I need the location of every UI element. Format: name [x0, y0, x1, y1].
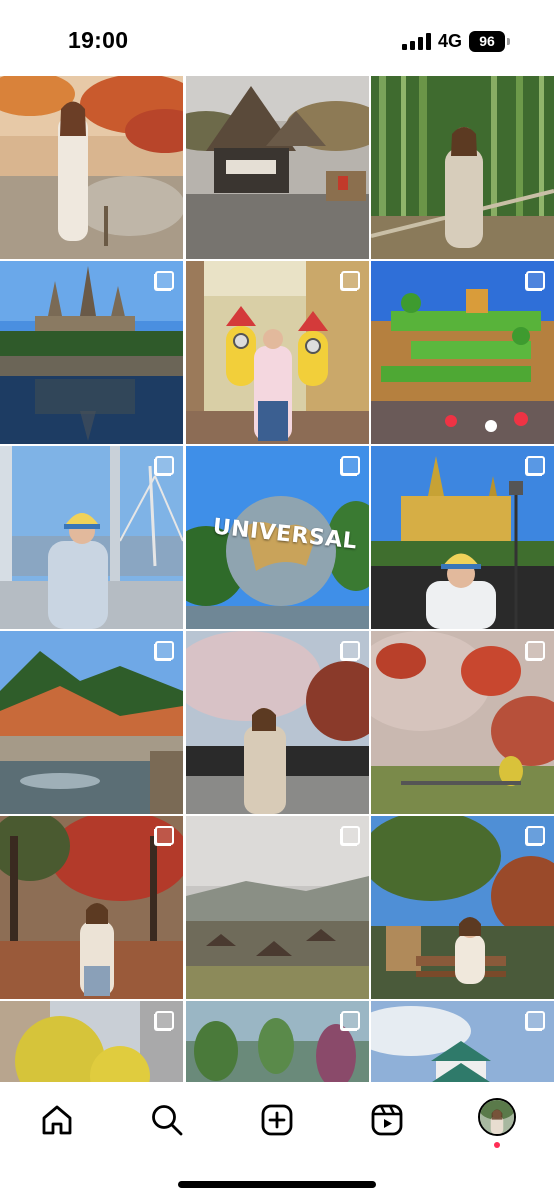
post-tile-thatched-house-village[interactable]: [185, 76, 369, 259]
post-tile-universal-globe[interactable]: UNIVERSAL: [185, 446, 369, 629]
network-type: 4G: [437, 30, 462, 51]
multi-photo-icon: [339, 826, 360, 846]
home-indicator[interactable]: [178, 1181, 376, 1188]
nav-home-button[interactable]: [37, 1100, 77, 1140]
status-bar: 19:00 4G 96: [0, 0, 554, 76]
post-tile-nagoya-castle-woman[interactable]: [371, 1001, 554, 1082]
post-tile-cherry-tree-woman[interactable]: [185, 631, 369, 814]
post-tile-minions-studio-woman[interactable]: [185, 261, 369, 444]
create-icon: [261, 1104, 293, 1136]
notification-dot: [494, 1142, 500, 1148]
nav-profile-avatar[interactable]: [478, 1098, 516, 1136]
multi-photo-icon: [525, 271, 545, 291]
post-tile-river-valley-autumn[interactable]: [0, 631, 183, 814]
multi-photo-icon: [154, 271, 174, 291]
battery-icon: [507, 37, 510, 45]
nav-search-button[interactable]: [147, 1100, 187, 1140]
search-icon: [152, 1105, 183, 1136]
status-time: 19:00: [68, 27, 129, 53]
home-icon: [42, 1105, 72, 1135]
post-tile-autumn-garden-woman[interactable]: [0, 76, 183, 259]
multi-photo-icon: [525, 826, 545, 846]
post-tile-flower-garden-greenhouse[interactable]: [185, 1001, 369, 1082]
multi-photo-icon: [525, 1011, 545, 1031]
multi-photo-icon: [339, 1011, 360, 1031]
post-tile-red-maple-park[interactable]: [371, 631, 554, 814]
post-tile-hogwarts-castle-woman[interactable]: [371, 446, 554, 629]
cellular-signal-icon: [401, 32, 431, 50]
status-indicators: 4G 96: [401, 30, 510, 52]
multi-photo-icon: [154, 1011, 174, 1031]
multi-photo-icon: [154, 456, 174, 476]
post-tile-ferris-wheel-gondola[interactable]: [0, 446, 183, 629]
post-tile-super-nintendo-world[interactable]: [371, 261, 554, 444]
post-tile-bamboo-forest-woman[interactable]: [371, 76, 554, 259]
reels-icon: [371, 1104, 403, 1136]
post-photo: [0, 76, 183, 259]
nav-create-button[interactable]: [257, 1100, 297, 1140]
post-tile-ginkgo-street-woman[interactable]: [0, 1001, 183, 1082]
multi-photo-icon: [154, 641, 174, 661]
battery-level: 96: [469, 30, 505, 52]
post-photo: [185, 76, 369, 259]
multi-photo-icon: [339, 456, 360, 476]
multi-photo-icon: [339, 641, 360, 661]
post-tile-autumn-forest-woman[interactable]: [0, 816, 183, 999]
profile-avatar-image: [480, 1100, 514, 1134]
profile-posts-grid: UNIVERSAL: [0, 76, 554, 1082]
multi-photo-icon: [525, 641, 545, 661]
multi-photo-icon: [339, 271, 360, 291]
post-tile-foggy-village-view[interactable]: [185, 816, 369, 999]
post-tile-hogwarts-castle-lake[interactable]: [0, 261, 183, 444]
multi-photo-icon: [525, 456, 545, 476]
nav-reels-button[interactable]: [367, 1100, 407, 1140]
post-tile-park-bench-woman[interactable]: [371, 816, 554, 999]
multi-photo-icon: [154, 826, 174, 846]
post-photo: [371, 76, 554, 259]
